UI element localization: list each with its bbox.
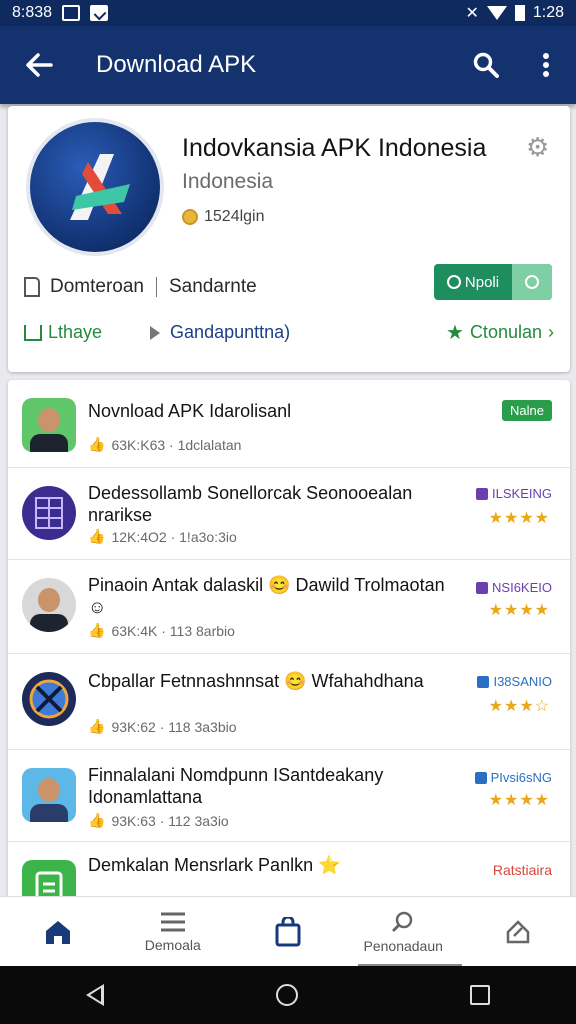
list-item-title: Dedessollamb Sonellorcak Seonooealan nra…: [88, 483, 413, 525]
document-icon: [24, 277, 40, 297]
link-row: Lthaye Gandapunttna) ★ Ctonulan ›: [24, 320, 554, 345]
list-item-meta: 👍 63K:4K · 113 8arbio: [88, 622, 235, 639]
grid-app-icon: [22, 486, 76, 540]
home-icon: [45, 920, 70, 944]
nav-bag[interactable]: [230, 897, 345, 966]
rating-stars: ★★★☆: [488, 698, 550, 715]
status-bar: 8:838 ✕ 1:28: [0, 0, 576, 26]
list-item-title: Cbpallar Fetnnashnnsat 😊 Wfahahdhana: [88, 671, 424, 691]
list-item[interactable]: Cbpallar Fetnnashnnsat 😊 Wfahahdhana 👍 93…: [8, 654, 570, 750]
search-button[interactable]: [456, 26, 516, 104]
page-title: Download APK: [96, 51, 257, 78]
app-detail-card: Indovkansia APK Indonesia ⚙ Indonesia 15…: [8, 106, 570, 372]
avatar: [22, 768, 76, 822]
wifi-icon: [486, 6, 507, 20]
thumb-icon: 👍: [88, 812, 106, 828]
gear-icon[interactable]: ⚙: [526, 134, 552, 160]
status-badge: I38SANIO: [477, 674, 552, 689]
system-recents-icon[interactable]: [470, 985, 490, 1005]
more-vert-icon: [543, 53, 549, 77]
divider: [156, 277, 157, 297]
nav-downloads[interactable]: Demoala: [115, 897, 230, 966]
battery-icon: [514, 5, 525, 21]
list-item-title: Novnload APK Idarolisanl: [88, 401, 292, 421]
thumb-icon: 👍: [88, 718, 106, 734]
play-icon: [150, 325, 161, 340]
search-icon: [392, 911, 413, 932]
status-badge: ILSKEING: [476, 486, 552, 501]
app-logo-icon: [26, 118, 164, 256]
share-icon: [507, 919, 530, 943]
back-button[interactable]: [0, 26, 78, 104]
refresh-icon: [446, 275, 461, 289]
bottom-navigation: Demoala Penonadaun: [0, 896, 576, 966]
app-bar: Download APK: [0, 26, 576, 104]
vibrate-icon: ✕: [465, 5, 479, 22]
thumb-icon: 👍: [88, 622, 106, 638]
star-icon: ★: [446, 322, 464, 344]
rating-stars: ★★★★: [488, 510, 550, 527]
status-badge: PIvsi6sNG: [474, 770, 552, 785]
status-badge: Nalne: [502, 400, 552, 421]
install-label: Npoli: [464, 273, 500, 291]
nav-home[interactable]: [0, 897, 115, 966]
search-icon: [473, 52, 499, 78]
list-item[interactable]: Finnalalani Nomdpunn ISantdeakany Idonam…: [8, 750, 570, 842]
nav-share[interactable]: [461, 897, 576, 966]
rating-stars: ★★★★: [488, 602, 550, 619]
system-home-icon[interactable]: [276, 984, 298, 1006]
install-button[interactable]: Npoli: [434, 264, 552, 300]
more-options-button[interactable]: [516, 26, 576, 104]
apk-list: Novnload APK Idarolisanl 👍 63K:K63 · 1dcl…: [8, 380, 570, 900]
app-rating: 1524lgin: [182, 208, 265, 226]
status-badge: Ratstiaira: [492, 862, 552, 878]
list-item-meta: 👍 93K:62 · 118 3a3bio: [88, 718, 237, 735]
thumb-icon: 👍: [88, 436, 106, 452]
list-item[interactable]: Dedessollamb Sonellorcak Seonooealan nra…: [8, 468, 570, 560]
coin-icon: [182, 209, 198, 225]
app-name: Indovkansia APK Indonesia: [182, 134, 487, 162]
meta-right: Sandarnte: [169, 276, 257, 297]
list-icon: [160, 912, 185, 931]
app-subtitle: Indonesia: [182, 170, 274, 193]
arrow-left-icon: [26, 53, 53, 77]
image-notification-icon: [62, 5, 81, 21]
tools-app-icon: [22, 672, 76, 726]
list-item-meta: 👍 12K:4O2 · 1!a3o:3io: [88, 528, 237, 545]
meta-left: Domteroan: [50, 276, 144, 297]
rating-text: 1524lgin: [204, 208, 265, 225]
shopping-bag-icon: [275, 916, 301, 946]
nav-personal[interactable]: Penonadaun: [346, 897, 461, 966]
thumb-icon: 👍: [88, 528, 106, 544]
chevron-right-icon: ›: [548, 322, 554, 342]
list-item[interactable]: Novnload APK Idarolisanl 👍 63K:K63 · 1dcl…: [8, 380, 570, 468]
document-app-icon: [22, 860, 76, 900]
app-meta-row: Domteroan Sandarnte: [24, 276, 257, 298]
info-icon: [525, 275, 539, 289]
list-item-title: Finnalalani Nomdpunn ISantdeakany Idonam…: [88, 765, 384, 807]
avatar: [22, 398, 76, 452]
rating-stars: ★★★★: [488, 792, 550, 809]
share-link[interactable]: Lthaye: [24, 322, 102, 343]
list-item[interactable]: Demkalan Mensrlark Panlkn ⭐ Ratstiaira: [8, 842, 570, 900]
list-item-meta: 👍 93K:63 · 112 3a3io: [88, 812, 229, 829]
status-time-left: 8:838: [12, 4, 53, 21]
list-item-meta: 👍 63K:K63 · 1dclalatan: [88, 436, 242, 453]
status-time-right: 1:28: [532, 4, 564, 21]
share-icon: [24, 324, 42, 341]
avatar: [22, 578, 76, 632]
app-notification-icon: [90, 5, 109, 21]
system-navigation-bar: [0, 966, 576, 1024]
more-link[interactable]: ★ Ctonulan ›: [446, 320, 554, 345]
list-item-title: Demkalan Mensrlark Panlkn ⭐: [88, 855, 341, 875]
list-item[interactable]: Pinaoin Antak dalaskil 😊 Dawild Trolmaot…: [8, 560, 570, 654]
list-item-title: Pinaoin Antak dalaskil 😊 Dawild Trolmaot…: [88, 575, 445, 617]
developer-link[interactable]: Gandapunttna): [150, 322, 290, 343]
status-badge: NSI6KEIO: [476, 580, 552, 595]
install-options-button[interactable]: [512, 264, 552, 300]
system-back-icon[interactable]: [86, 984, 104, 1006]
